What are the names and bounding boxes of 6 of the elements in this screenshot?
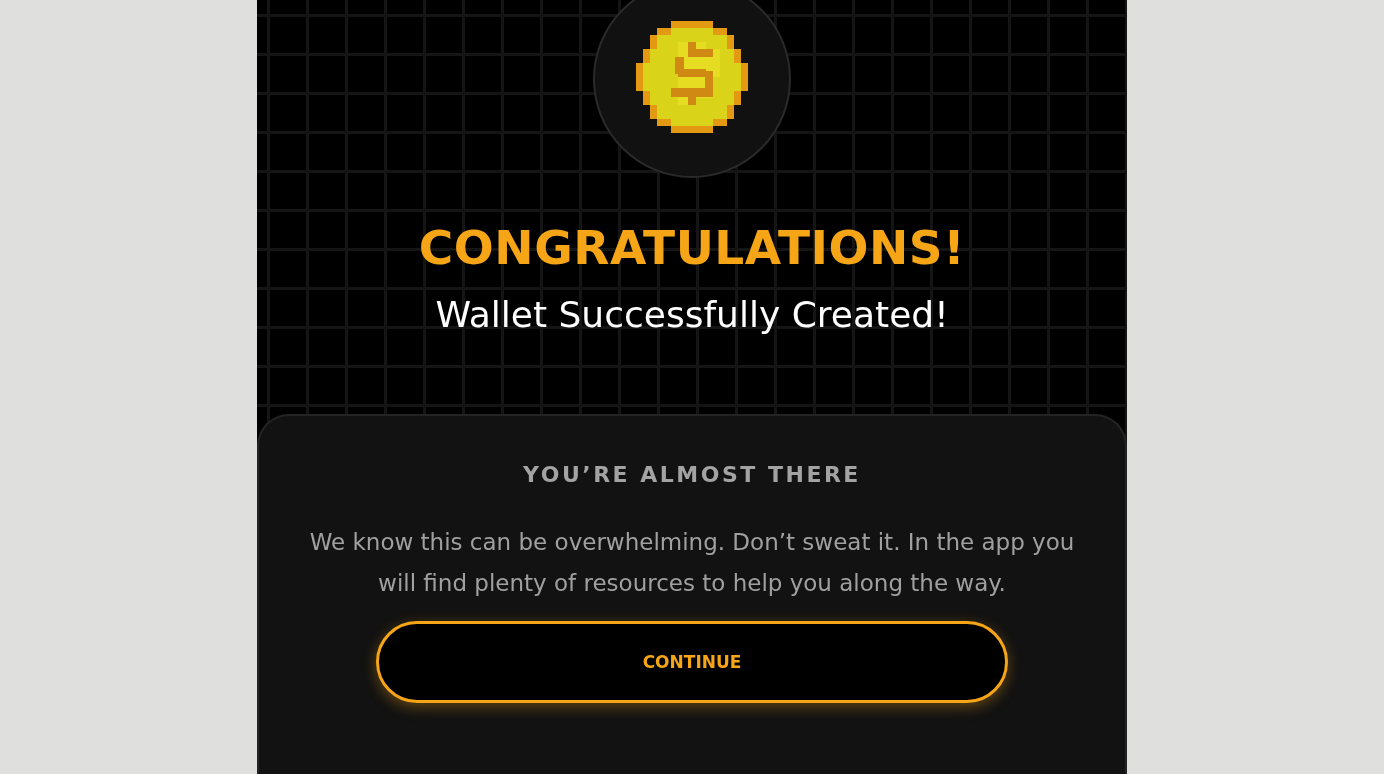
continue-button[interactable]: CONTINUE	[376, 621, 1008, 703]
info-message: We know this can be overwhelming. Don’t sweat it. In the app you will find plenty of resources to help you along the way.	[308, 528, 1076, 598]
dollar-coin-icon	[636, 21, 748, 133]
card-title: YOU’RE ALMOST THERE	[523, 461, 861, 489]
success-subtitle: Wallet Successfully Created!	[435, 293, 949, 337]
congratulations-heading: CONGRATULATIONS!	[418, 219, 966, 277]
